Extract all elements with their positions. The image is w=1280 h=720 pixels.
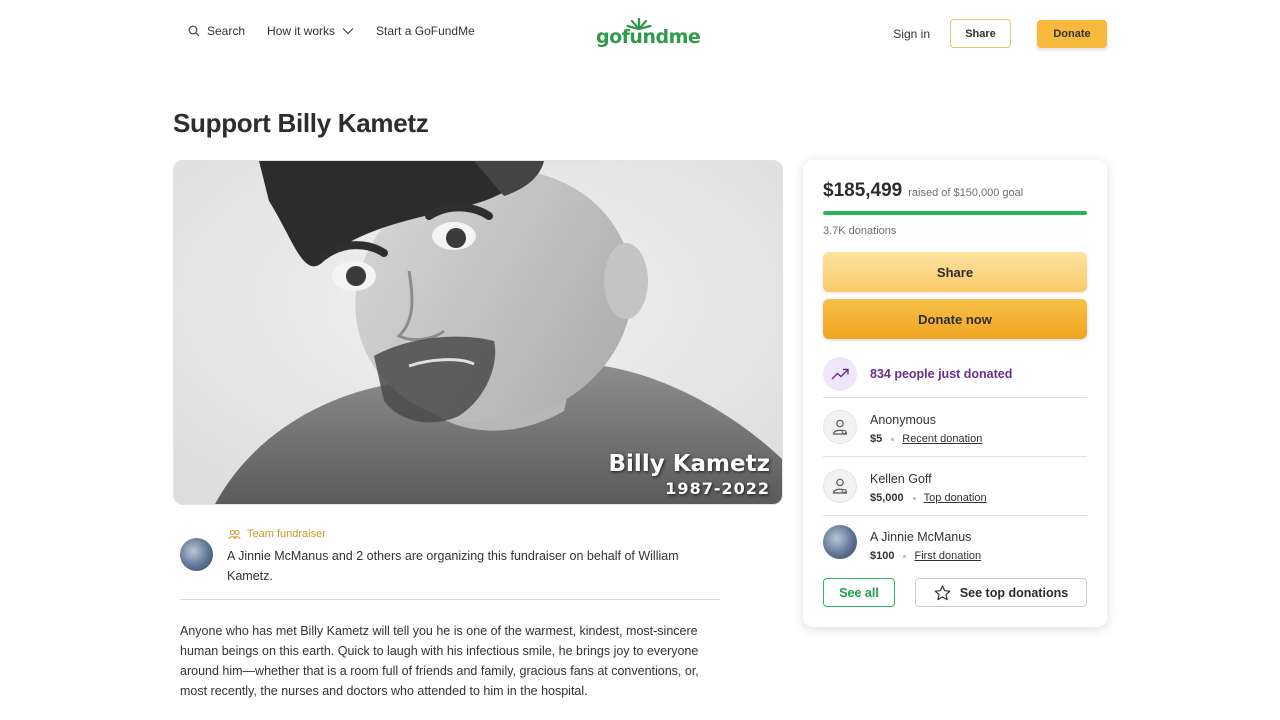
site-header: Search How it works Start a GoFundMe gof… — [0, 0, 1280, 66]
donor-meta: $5 Recent donation — [870, 433, 982, 445]
donor-name: A Jinnie McManus — [870, 530, 972, 544]
trending-badge — [823, 357, 857, 391]
team-fundraiser-tag: Team fundraiser — [228, 528, 326, 540]
page-title: Support Billy Kametz — [173, 108, 429, 138]
start-gofundme-link[interactable]: Start a GoFundMe — [376, 24, 475, 38]
hero-overlay-years: 1987-2022 — [665, 479, 770, 498]
organizer-avatar[interactable] — [180, 538, 213, 571]
progress-bar — [823, 211, 1087, 215]
donor-meta: $100 First donation — [870, 550, 981, 562]
search-link[interactable]: Search — [188, 24, 245, 38]
separator-dot — [912, 496, 916, 500]
see-top-donations-button[interactable]: See top donations — [915, 578, 1087, 607]
donate-now-button[interactable]: Donate now — [823, 299, 1087, 339]
header-donate-button[interactable]: Donate — [1037, 19, 1107, 48]
star-icon — [934, 584, 951, 600]
logo-text: gofundme — [596, 26, 701, 48]
section-divider — [180, 599, 720, 600]
donor-name: Anonymous — [870, 413, 937, 427]
donor-avatar — [823, 525, 857, 559]
donor-tag-link[interactable]: Top donation — [924, 492, 987, 504]
donor-item: Kellen Goff $5,000 Top donation — [823, 458, 1087, 516]
organizer-text: A Jinnie McManus and 2 others are organi… — [227, 549, 679, 583]
donor-item: Anonymous $5 Recent donation — [823, 399, 1087, 457]
raised-row: $185,499 raised of $150,000 goal — [823, 180, 1023, 202]
see-all-button[interactable]: See all — [823, 578, 895, 607]
share-button[interactable]: Share — [823, 252, 1087, 292]
donor-amount: $100 — [870, 550, 895, 562]
chevron-down-icon — [342, 28, 354, 35]
header-share-button[interactable]: Share — [950, 19, 1011, 48]
donor-avatar-placeholder — [823, 469, 857, 503]
start-gofundme-label: Start a GoFundMe — [376, 24, 475, 38]
campaign-story: Anyone who has met Billy Kametz will tel… — [180, 624, 699, 698]
donor-amount: $5 — [870, 433, 883, 445]
how-it-works-label: How it works — [267, 24, 336, 38]
recent-donations-text: 834 people just donated — [870, 367, 1013, 381]
campaign-hero-image[interactable]: Billy Kametz 1987-2022 — [173, 160, 783, 505]
hero-overlay-name: Billy Kametz — [608, 451, 770, 477]
sign-in-link[interactable]: Sign in — [893, 27, 930, 41]
donor-tag-link[interactable]: First donation — [914, 550, 981, 562]
donations-count: 3.7K donations — [823, 225, 897, 237]
donor-item: A Jinnie McManus $100 First donation — [823, 516, 1087, 574]
donor-meta: $5,000 Top donation — [870, 492, 987, 504]
trending-up-icon — [831, 368, 849, 380]
nav-left: Search How it works Start a GoFundMe — [188, 24, 497, 38]
donor-avatar-placeholder — [823, 410, 857, 444]
separator-dot — [903, 554, 907, 558]
search-label: Search — [207, 24, 246, 38]
see-top-donations-label: See top donations — [959, 585, 1069, 600]
donor-name: Kellen Goff — [870, 472, 932, 486]
donor-person-icon — [832, 419, 848, 435]
donor-person-icon — [832, 478, 848, 494]
goal-text: raised of $150,000 goal — [908, 187, 1024, 199]
nav-right: Sign in Share Donate — [893, 19, 1107, 48]
recent-donations-row[interactable]: 834 people just donated — [823, 351, 1087, 398]
donor-amount: $5,000 — [870, 492, 904, 504]
team-fundraiser-label: Team fundraiser — [247, 528, 326, 540]
raised-amount: $185,499 — [823, 180, 903, 201]
how-it-works-menu[interactable]: How it works — [267, 24, 354, 38]
donation-card: $185,499 raised of $150,000 goal 3.7K do… — [803, 160, 1107, 627]
search-icon — [188, 25, 200, 37]
progress-fill — [823, 211, 1087, 215]
separator-dot — [891, 437, 895, 441]
gofundme-logo[interactable]: gofundme — [596, 18, 701, 48]
team-icon — [228, 529, 241, 539]
donor-tag-link[interactable]: Recent donation — [902, 433, 982, 445]
